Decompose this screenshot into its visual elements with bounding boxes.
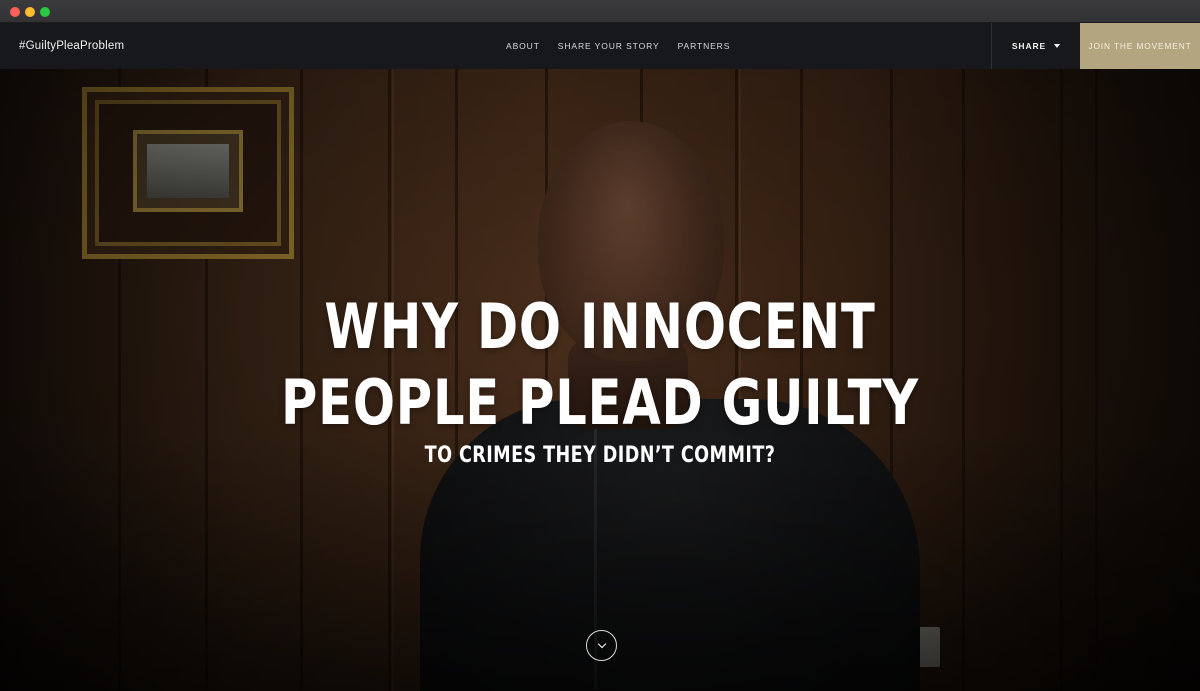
nav-link-partners[interactable]: PARTNERS (678, 41, 731, 51)
headline-line-2: PEOPLE PLEAD GUILTY (281, 366, 919, 439)
site-brand-hashtag[interactable]: #GuiltyPleaProblem (19, 23, 124, 69)
join-the-movement-button[interactable]: JOIN THE MOVEMENT (1080, 23, 1200, 69)
hero-headline: WHY DO INNOCENT PEOPLE PLEAD GUILTY TO C… (0, 289, 1200, 471)
nav-link-share-your-story[interactable]: SHARE YOUR STORY (558, 41, 660, 51)
scroll-down-button[interactable] (586, 630, 617, 661)
share-dropdown-button[interactable]: SHARE (991, 23, 1080, 69)
join-the-movement-label: JOIN THE MOVEMENT (1088, 41, 1192, 51)
caret-down-icon (1054, 44, 1061, 48)
site-navbar: #GuiltyPleaProblem ABOUT SHARE YOUR STOR… (0, 23, 1200, 69)
hero-subheadline: TO CRIMES THEY DIDN’T COMMIT? (424, 443, 776, 468)
hero-section: WHY DO INNOCENT PEOPLE PLEAD GUILTY TO C… (0, 69, 1200, 691)
chevron-down-icon (597, 639, 606, 649)
maximize-window-button[interactable] (40, 7, 50, 17)
main-menu: ABOUT SHARE YOUR STORY PARTNERS (506, 23, 730, 69)
minimize-window-button[interactable] (25, 7, 35, 17)
close-window-button[interactable] (10, 7, 20, 17)
nav-link-about[interactable]: ABOUT (506, 41, 540, 51)
window-titlebar (0, 0, 1200, 23)
share-label: SHARE (1011, 41, 1047, 51)
headline-line-1: WHY DO INNOCENT (324, 290, 876, 363)
